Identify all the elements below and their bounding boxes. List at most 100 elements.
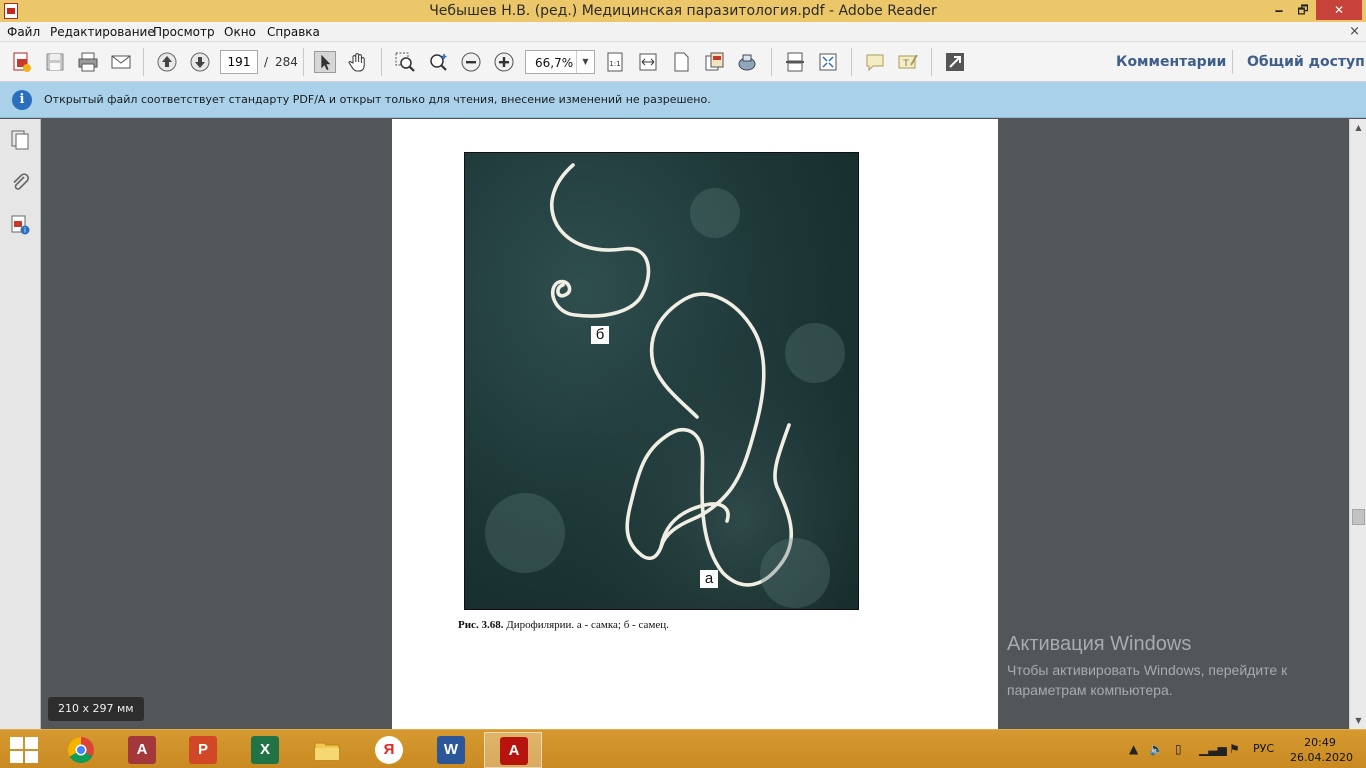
caption-number: Рис. 3.68.	[458, 619, 504, 631]
taskbar-word[interactable]: W	[422, 732, 480, 768]
battery-icon[interactable]: ▯	[1175, 742, 1182, 756]
menu-view[interactable]: Просмотр	[153, 25, 215, 39]
label-a: а	[700, 570, 718, 588]
info-message: Открытый файл соответствует стандарту PD…	[44, 93, 711, 106]
zoom-value: 66,7%	[535, 56, 574, 70]
label-b: б	[591, 326, 609, 344]
zoom-select[interactable]: 66,7% ▼	[525, 50, 595, 74]
email-icon[interactable]	[110, 51, 132, 73]
pdf-page: б а Рис. 3.68. Дирофилярии. а - самка; б…	[392, 119, 998, 729]
activation-text: Чтобы активировать Windows, перейдите к …	[1007, 662, 1288, 698]
scrolling-mode-icon[interactable]	[784, 51, 806, 73]
taskbar-powerpoint[interactable]: P	[174, 732, 232, 768]
sticky-note-icon[interactable]	[864, 51, 886, 73]
page-separator: /	[264, 55, 269, 69]
zoom-out-icon[interactable]	[460, 51, 482, 73]
page-thumbnails-icon[interactable]	[9, 129, 31, 151]
scrollbar-thumb[interactable]	[1352, 509, 1365, 525]
taskbar-yandex-browser[interactable]: Я	[360, 732, 418, 768]
powerpoint-icon: P	[189, 736, 217, 764]
window-title: Чебышев Н.В. (ред.) Медицинская паразито…	[429, 3, 937, 19]
scroll-down-icon[interactable]: ▼	[1350, 712, 1366, 729]
excel-icon: X	[251, 736, 279, 764]
fit-width-icon[interactable]	[637, 51, 659, 73]
marquee-zoom-icon[interactable]	[394, 51, 416, 73]
system-tray: ▲ 🔈 ▯ ▁▃▅ ⚑	[1125, 730, 1255, 768]
two-page-view-icon[interactable]	[703, 51, 725, 73]
create-pdf-icon[interactable]	[11, 51, 33, 73]
toolbar-separator	[1232, 50, 1233, 74]
dirofilaria-photo	[465, 153, 858, 609]
toolbar-separator	[851, 48, 852, 76]
share-button[interactable]: Общий доступ	[1247, 54, 1365, 70]
taskbar-file-explorer[interactable]	[298, 732, 356, 768]
activation-title: Активация Windows	[1007, 633, 1192, 655]
taskbar-excel[interactable]: X	[236, 732, 294, 768]
title-bar: Чебышев Н.В. (ред.) Медицинская паразито…	[0, 0, 1366, 22]
svg-text:i: i	[24, 227, 26, 235]
taskbar: A P X Я W A ▲ 🔈 ▯ ▁▃▅ ⚑ РУС 20:49 26.04.…	[0, 729, 1366, 768]
select-tool-icon[interactable]	[314, 51, 336, 73]
minimize-button[interactable]: 🗕	[1268, 0, 1290, 20]
language-indicator[interactable]: РУС	[1253, 742, 1274, 755]
standards-icon[interactable]: i	[9, 214, 31, 236]
vertical-scrollbar[interactable]: ▲ ▼	[1349, 119, 1366, 729]
page-number-input[interactable]: 191	[220, 50, 258, 74]
yandex-browser-icon: Я	[375, 736, 403, 764]
access-icon: A	[128, 736, 156, 764]
save-icon[interactable]	[44, 51, 66, 73]
taskbar-adobe-reader[interactable]: A	[484, 732, 542, 768]
toolbar-separator	[303, 48, 304, 76]
close-window-button[interactable]: ✕	[1316, 0, 1362, 20]
adobe-reader-task-icon: A	[500, 737, 528, 765]
read-mode-icon[interactable]	[736, 51, 758, 73]
previous-page-icon[interactable]	[156, 51, 178, 73]
dynamic-zoom-icon[interactable]	[427, 51, 449, 73]
hand-tool-icon[interactable]	[347, 51, 369, 73]
menu-window[interactable]: Окно	[224, 25, 256, 39]
menu-bar: Файл Редактирование Просмотр Окно Справк…	[0, 22, 1366, 42]
menu-file[interactable]: Файл	[7, 25, 40, 39]
highlight-text-icon[interactable]: T	[897, 51, 919, 73]
next-page-icon[interactable]	[189, 51, 211, 73]
toolbar-separator	[771, 48, 772, 76]
start-button[interactable]	[10, 737, 40, 763]
chrome-icon	[67, 736, 94, 764]
pdfa-info-bar: i Открытый файл соответствует стандарту …	[0, 82, 1366, 118]
taskbar-chrome[interactable]	[52, 732, 110, 768]
expand-icon[interactable]	[944, 51, 966, 73]
fit-page-icon[interactable]	[670, 51, 692, 73]
zoom-in-icon[interactable]	[493, 51, 515, 73]
toolbar: 191 / 284 66,7% ▼ 1:1 T Комментарии Общи…	[0, 42, 1366, 82]
folder-icon	[314, 742, 340, 761]
svg-text:T: T	[902, 59, 909, 69]
toolbar-separator	[143, 48, 144, 76]
actual-size-icon[interactable]: 1:1	[604, 51, 626, 73]
navigation-pane: i	[0, 119, 41, 729]
clock[interactable]: 20:49 26.04.2020	[1290, 735, 1353, 765]
toolbar-separator	[931, 48, 932, 76]
menu-help[interactable]: Справка	[267, 25, 320, 39]
close-document-icon[interactable]: ×	[1349, 24, 1360, 39]
restore-button[interactable]: 🗗	[1292, 0, 1314, 20]
chevron-down-icon[interactable]: ▼	[576, 51, 594, 73]
print-icon[interactable]	[77, 51, 99, 73]
windows-activation-watermark: Активация Windows Чтобы активировать Win…	[1007, 633, 1337, 700]
network-icon[interactable]: ▁▃▅	[1199, 742, 1227, 756]
show-hidden-icons-icon[interactable]: ▲	[1129, 742, 1138, 756]
full-screen-mode-icon[interactable]	[817, 51, 839, 73]
attachments-icon[interactable]	[9, 171, 31, 193]
flag-icon[interactable]: ⚑	[1229, 742, 1240, 756]
speaker-icon[interactable]: 🔈	[1149, 742, 1164, 756]
taskbar-access[interactable]: A	[113, 732, 171, 768]
svg-text:1:1: 1:1	[609, 60, 620, 68]
clock-time: 20:49	[1304, 736, 1336, 749]
clock-date: 26.04.2020	[1290, 751, 1353, 764]
caption-text: Дирофилярии. а - самка; б - самец.	[503, 619, 669, 631]
comments-button[interactable]: Комментарии	[1116, 54, 1226, 70]
page-size-tooltip: 210 x 297 мм	[48, 697, 144, 721]
menu-edit[interactable]: Редактирование	[50, 25, 155, 39]
scroll-up-icon[interactable]: ▲	[1350, 119, 1366, 136]
figure-photo: б а	[464, 152, 859, 610]
toolbar-separator	[381, 48, 382, 76]
